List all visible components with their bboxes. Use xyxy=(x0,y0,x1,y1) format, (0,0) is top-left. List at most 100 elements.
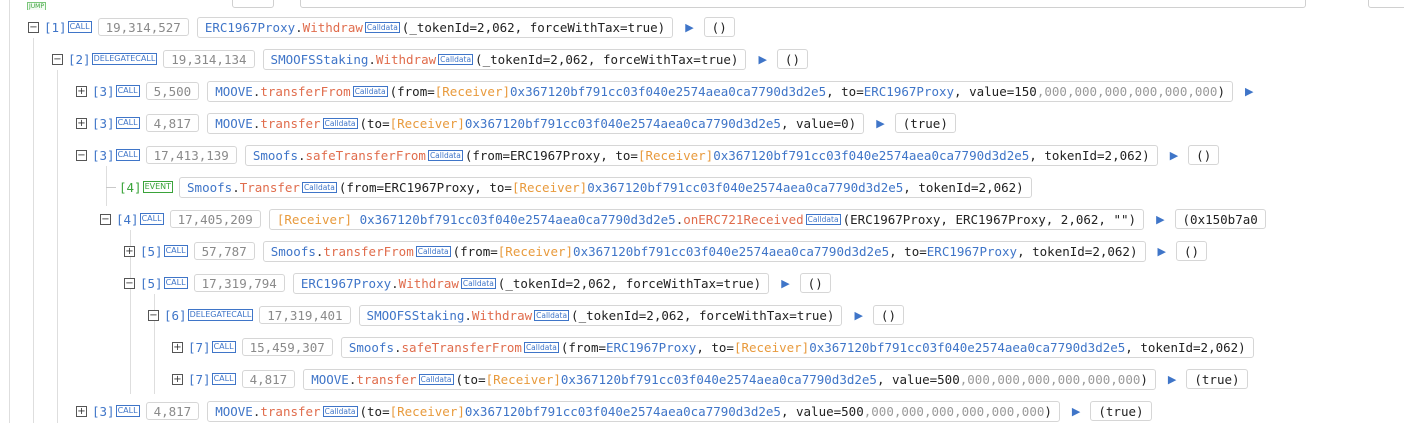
call-box[interactable]: ERC1967Proxy. Withdraw Calldata (_tokenId=2… xyxy=(196,16,674,38)
play-triangle-icon[interactable]: ▶ xyxy=(781,277,789,290)
indent-guide xyxy=(57,70,58,423)
collapse-icon[interactable]: − xyxy=(76,149,87,161)
calldata-badge[interactable]: Calldata xyxy=(322,117,358,129)
contract-name[interactable]: SMOOFSStaking xyxy=(367,308,465,323)
call-box[interactable]: SMOOFSStaking. Withdraw Calldata (_tokenId=… xyxy=(358,304,843,326)
play-triangle-icon[interactable]: ▶ xyxy=(1158,245,1166,258)
calldata-badge[interactable]: Calldata xyxy=(418,373,454,385)
value-zeros: ,000,000,000,000,000,000 xyxy=(959,371,1141,387)
play-triangle-icon[interactable]: ▶ xyxy=(1168,373,1176,386)
depth-label: [1] xyxy=(44,19,67,35)
collapse-icon[interactable]: − xyxy=(124,277,135,289)
calldata-badge[interactable]: Calldata xyxy=(352,85,388,97)
call-box[interactable]: Smoofs.safeTransferFromCalldata(from=ERC… xyxy=(340,336,1254,358)
calldata-badge[interactable]: Calldata xyxy=(427,149,463,161)
calldata-badge[interactable]: Calldata xyxy=(534,309,570,321)
contract-name[interactable]: MOOVE xyxy=(215,116,253,131)
call-args: , value=500 xyxy=(780,403,864,419)
collapse-icon[interactable]: − xyxy=(28,21,39,33)
address-link[interactable]: 0x367120bf791cc03f040e2574aea0ca7790d3d2… xyxy=(465,404,781,419)
call-box[interactable]: [Receiver] 0x367120bf791cc03f040e2574aea… xyxy=(268,208,1145,230)
indent-guide xyxy=(33,38,34,423)
contract-name[interactable]: ERC1967Proxy xyxy=(927,244,1017,259)
partial-gas-box xyxy=(232,0,274,8)
contract-name[interactable]: MOOVE xyxy=(215,404,253,419)
contract-name[interactable]: SMOOFSStaking xyxy=(271,52,369,67)
contract-name[interactable]: ERC1967Proxy xyxy=(205,20,295,35)
expand-icon[interactable]: + xyxy=(76,85,87,97)
contract-name[interactable]: ERC1967Proxy xyxy=(301,276,391,291)
call-args: (to= xyxy=(455,371,486,387)
call-args: (to= xyxy=(359,403,390,419)
call-box[interactable]: SMOOFSStaking. Withdraw Calldata (_tokenId=… xyxy=(262,48,747,70)
address-link[interactable]: 0x367120bf791cc03f040e2574aea0ca7790d3d2… xyxy=(713,148,1029,163)
address-link[interactable]: 0x367120bf791cc03f040e2574aea0ca7790d3d2… xyxy=(360,212,676,227)
method-name: transfer xyxy=(356,371,417,387)
address-link[interactable]: 0x367120bf791cc03f040e2574aea0ca7790d3d2… xyxy=(587,180,903,195)
expand-icon[interactable]: + xyxy=(76,117,87,129)
call-type-badge: CALL xyxy=(67,21,92,33)
receiver-label: [Receiver] xyxy=(389,403,465,419)
trace-row: − [1] CALL 19,314,527 ERC1967Proxy. Withd… xyxy=(28,16,735,38)
call-box[interactable]: MOOVE. transfer Calldata (to= [Receiver] 0x36… xyxy=(303,368,1156,390)
address-link[interactable]: 0x367120bf791cc03f040e2574aea0ca7790d3d2… xyxy=(465,116,781,131)
call-box[interactable]: MOOVE. transfer Calldata (to= [Receiver] 0x36… xyxy=(207,400,1060,422)
call-box[interactable]: MOOVE. transferFrom Calldata (from= [Receive… xyxy=(207,80,1233,102)
play-triangle-icon[interactable]: ▶ xyxy=(685,21,693,34)
calldata-badge[interactable]: Calldata xyxy=(322,405,358,417)
contract-name[interactable]: Smoofs xyxy=(271,244,316,259)
trace-row: + [7] CALL 15,459,307 Smoofs. safeTransfe… xyxy=(172,336,1254,358)
address-link[interactable]: 0x367120bf791cc03f040e2574aea0ca7790d3d2… xyxy=(573,244,889,259)
call-box[interactable]: MOOVE. transfer Calldata (to= [Receiver] 0x36… xyxy=(207,112,865,134)
collapse-icon[interactable]: − xyxy=(52,53,63,65)
expand-icon[interactable]: + xyxy=(172,341,183,353)
play-triangle-icon[interactable]: ▶ xyxy=(1245,85,1253,98)
play-triangle-icon[interactable]: ▶ xyxy=(876,117,884,130)
receiver-label: [Receiver] xyxy=(434,83,511,99)
contract-name[interactable]: Smoofs xyxy=(349,340,394,355)
call-box[interactable]: Smoofs. transferFrom Calldata (from= [Receiv… xyxy=(262,240,1146,262)
calldata-badge[interactable]: Calldata xyxy=(805,213,841,225)
play-triangle-icon[interactable]: ▶ xyxy=(1156,213,1164,226)
contract-name[interactable]: ERC1967Proxy xyxy=(606,340,696,355)
collapse-icon[interactable]: − xyxy=(148,309,159,321)
address-link[interactable]: 0x367120bf791cc03f040e2574aea0ca7790d3d2… xyxy=(510,84,826,99)
play-triangle-icon[interactable]: ▶ xyxy=(854,309,862,322)
call-args: , value=0) xyxy=(780,115,857,131)
contract-name[interactable]: MOOVE xyxy=(311,372,349,387)
method-name: onERC721Received xyxy=(683,211,804,227)
calldata-badge[interactable]: Calldata xyxy=(415,245,451,257)
address-link[interactable]: 0x367120bf791cc03f040e2574aea0ca7790d3d2… xyxy=(809,340,1125,355)
receiver-label: [Receiver] xyxy=(511,179,588,195)
calldata-badge[interactable]: Calldata xyxy=(523,341,559,353)
expand-icon[interactable]: + xyxy=(124,245,135,257)
call-box[interactable]: Smoofs. Transfer Calldata (from=ERC1967Prox… xyxy=(179,176,1032,198)
call-args: ) xyxy=(1140,371,1148,387)
play-triangle-icon[interactable]: ▶ xyxy=(1072,405,1080,418)
previous-row-fragment: JUMP xyxy=(0,0,1404,10)
method-name: Withdraw xyxy=(375,51,437,67)
collapse-icon[interactable]: − xyxy=(100,213,111,225)
expand-icon[interactable]: + xyxy=(76,405,87,417)
play-triangle-icon[interactable]: ▶ xyxy=(758,53,766,66)
gas-value: 17,319,794 xyxy=(193,274,285,292)
calldata-badge[interactable]: Calldata xyxy=(438,53,474,65)
contract-name[interactable]: Smoofs xyxy=(253,148,298,163)
call-type-badge: CALL xyxy=(211,373,236,385)
contract-name[interactable]: ERC1967Proxy xyxy=(864,84,954,99)
trace-row: + [5] CALL 57,787 Smoofs. transferFrom Cal… xyxy=(124,240,1208,262)
calldata-badge[interactable]: Calldata xyxy=(364,21,400,33)
trace-row: + [7] CALL 4,817 MOOVE. transfer Calldata(… xyxy=(172,368,1248,390)
contract-name[interactable]: Smoofs xyxy=(187,180,232,195)
address-link[interactable]: 0x367120bf791cc03f040e2574aea0ca7790d3d2… xyxy=(561,372,877,387)
call-box[interactable]: Smoofs.safeTransferFromCalldata(from=ERC… xyxy=(244,144,1158,166)
calldata-badge[interactable]: Calldata xyxy=(460,277,496,289)
call-box[interactable]: ERC1967Proxy. Withdraw Calldata (_tokenId=2… xyxy=(292,272,770,294)
call-args: ) xyxy=(1217,83,1225,99)
expand-icon[interactable]: + xyxy=(172,373,183,385)
play-triangle-icon[interactable]: ▶ xyxy=(1170,149,1178,162)
contract-name[interactable]: MOOVE xyxy=(215,84,253,99)
calldata-badge[interactable]: Calldata xyxy=(301,181,337,193)
call-args: , value=150 xyxy=(954,83,1037,99)
gas-value: 4,817 xyxy=(145,114,200,132)
